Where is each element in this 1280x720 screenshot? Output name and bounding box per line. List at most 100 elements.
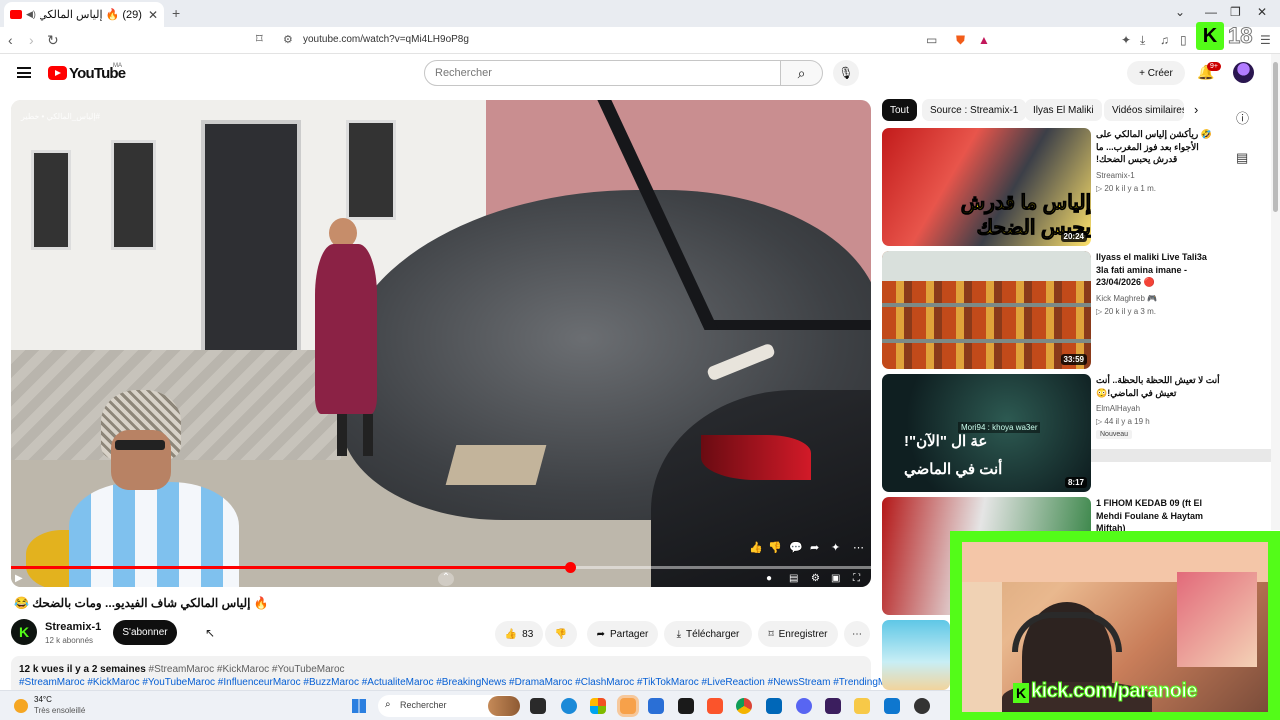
download-icon[interactable]: ⤓ [1140,33,1145,48]
back-icon[interactable]: ‹ [8,32,13,48]
description-hashtags[interactable]: #StreamMaroc #KickMaroc #YouTubeMaroc #I… [19,677,906,688]
youtube-logo-icon[interactable] [48,66,67,80]
share-overlay-icon[interactable]: ➦ [810,541,819,554]
share-button[interactable]: ➦ Partager [587,621,658,647]
chip-source[interactable]: Source : Streamix-1 [922,99,1027,121]
recommendation-thumbnail[interactable]: 33:59 [882,251,1091,369]
store-icon[interactable] [648,698,664,714]
weather-temp[interactable]: 34°C [34,695,52,704]
play-icon[interactable]: ▶ [15,573,23,584]
terminal-icon[interactable] [530,698,546,714]
search-button[interactable]: ⌕ [781,60,823,86]
close-window-icon[interactable]: ✕ [1257,5,1267,19]
chip-similar[interactable]: Vidéos similaires [1104,99,1184,121]
url-field[interactable]: youtube.com/watch?v=qMi4LH9oP8g [303,34,469,45]
chevron-right-icon[interactable]: › [1194,102,1198,117]
miniplayer-icon[interactable]: ▣ [831,573,840,584]
chip-ilyas[interactable]: Ilyas El Maliki [1025,99,1102,121]
sparkle-overlay-icon[interactable]: ✦ [831,541,840,554]
triangle-icon[interactable]: ▲ [978,33,990,47]
download-button[interactable]: ⤓ Télécharger [664,621,752,647]
active-app-icon[interactable] [620,698,636,714]
more-overlay-icon[interactable]: ⋯ [853,541,864,554]
discord-icon[interactable] [796,698,812,714]
video-player[interactable]: #إلياس_المالكي • خطير 👍 👎 💬 ➦ ✦ ⋯ ▶ ⌃ ● … [11,100,871,587]
browser-tab[interactable]: ◀) (29) 🔥 إلياس المالكي شاف ال... ✕ [4,2,164,27]
hamburger-menu-icon[interactable] [17,67,31,78]
recommendation-title[interactable]: أنت لا تعيش اللحظة بالحظة.. أنت تعيش في … [1096,374,1220,399]
site-info-icon[interactable]: ⚙ [283,33,293,46]
dislike-overlay-icon[interactable]: 👎 [768,541,782,554]
comment-overlay-icon[interactable]: 💬 [789,541,803,554]
recommendation-title[interactable]: 1 FIHOM KEDAB 09 (ft El Mehdi Foulane & … [1096,497,1220,535]
recommendation-thumbnail[interactable]: عة ال "الآن"! أنت في الماضي Mori94 : kho… [882,374,1091,492]
windows-start-icon[interactable] [352,699,366,713]
recommendation-item[interactable]: 33:59 Ilyass el maliki Live Tali3a 3la f… [882,251,1222,369]
recommendation-channel[interactable]: Streamix-1 [1096,171,1135,180]
voice-search-button[interactable]: 🎙 [833,60,859,86]
recommendation-item[interactable]: إلياس ما قدرش يحبس الضحك 20:24 🤣 ريأكشن … [882,128,1222,246]
dislike-button[interactable]: 👎 [545,621,577,647]
chevron-down-icon[interactable]: ⌄ [1175,5,1185,19]
search-input[interactable]: Rechercher [424,60,781,86]
speaker-icon[interactable]: ◀) [26,9,36,20]
close-tab-icon[interactable]: ✕ [148,8,158,22]
bookmark-icon[interactable]: ⌑ [256,31,263,47]
music-icon[interactable]: ♫ [1160,33,1169,47]
weather-desc[interactable]: Très ensoleillé [34,706,85,715]
browser-tab-bar: ◀) (29) 🔥 إلياس المالكي شاف ال... ✕ + ⌄ … [0,0,1280,27]
chip-all[interactable]: Tout [882,99,917,121]
channel-name[interactable]: Streamix-1 [45,621,101,633]
app-icon-blue[interactable] [766,698,782,714]
copilot-icon[interactable] [590,698,606,714]
forward-icon[interactable]: › [29,32,34,48]
create-label: Créer [1147,67,1173,79]
subscribe-button[interactable]: S'abonner [113,620,177,645]
like-overlay-icon[interactable]: 👍 [749,541,763,554]
recommendation-thumbnail[interactable]: إلياس ما قدرش يحبس الضحك 20:24 [882,128,1091,246]
recommendation-channel[interactable]: Kick Maghreb 🎮 [1096,294,1157,303]
taskbar-widget-icon[interactable] [488,696,520,716]
video-scene-window [111,140,156,250]
restore-icon[interactable]: ❐ [1230,5,1241,19]
sidebar-icon[interactable]: ▯ [1180,33,1187,47]
autoplay-icon[interactable]: ● [766,573,772,584]
recommendation-thumbnail-partial[interactable] [882,620,950,690]
more-actions-button[interactable]: ⋯ [844,621,870,647]
account-avatar[interactable] [1233,62,1254,83]
reload-icon[interactable]: ↻ [47,32,59,49]
edge-icon[interactable] [561,698,577,714]
obsidian-icon[interactable] [825,698,841,714]
capcut-icon[interactable] [678,698,694,714]
recommendation-item[interactable]: عة ال "الآن"! أنت في الماضي Mori94 : kho… [882,374,1222,492]
save-button[interactable]: ⌑ Enregistrer [758,621,838,647]
info-icon[interactable]: ⓘ [1236,108,1249,127]
cast-icon[interactable]: ▭ [926,33,937,47]
chat-icon[interactable]: ▤ [1236,150,1248,166]
recommendation-title[interactable]: 🤣 ريأكشن إلياس المالكي على الأجواء بعد ف… [1096,128,1220,166]
like-button[interactable]: 👍 83 [495,621,543,647]
brave-icon[interactable] [707,698,723,714]
recommendation-meta: ▷ 20 k il y a 3 m. [1096,307,1156,316]
file-explorer-icon[interactable] [854,698,870,714]
settings-icon[interactable]: ⚙ [811,573,820,584]
obs-icon[interactable] [914,698,930,714]
chevron-up-icon[interactable]: ⌃ [438,572,454,586]
recommendation-channel[interactable]: ElmAlHayah [1096,404,1140,413]
scrollbar-thumb[interactable] [1273,62,1278,212]
sun-icon[interactable] [14,699,28,713]
progress-scrubber[interactable] [565,562,576,573]
progress-bar[interactable] [11,562,871,573]
vscode-icon[interactable] [884,698,900,714]
subtitles-icon[interactable]: ▤ [789,573,798,584]
minimize-icon[interactable]: — [1205,5,1217,19]
create-button[interactable]: + Créer [1127,61,1185,85]
new-tab-icon[interactable]: + [172,5,180,21]
shield-icon[interactable]: ⛊ [956,33,965,48]
recommendation-title[interactable]: Ilyass el maliki Live Tali3a 3la fati am… [1096,251,1220,289]
chrome-icon[interactable] [736,698,752,714]
menu-icon[interactable]: ☰ [1260,33,1271,47]
extensions-icon[interactable]: ✦ [1121,33,1131,47]
fullscreen-icon[interactable]: ⛶ [853,573,860,584]
channel-avatar[interactable]: K [11,619,37,645]
